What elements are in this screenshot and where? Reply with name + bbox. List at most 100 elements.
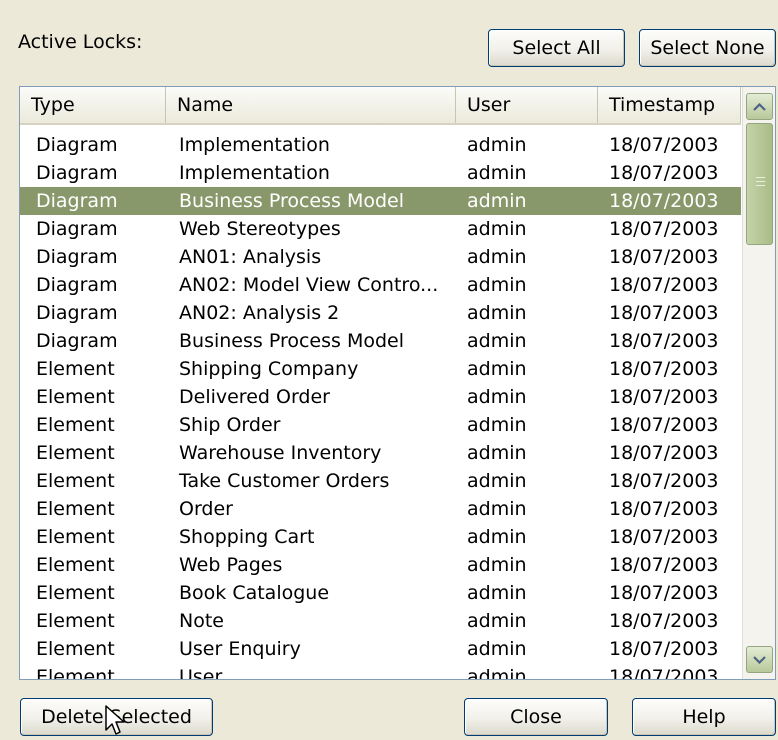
column-header-type[interactable]: Type <box>20 87 166 123</box>
list-header: Type Name User Timestamp <box>20 87 741 125</box>
cell-type: Element <box>36 554 115 576</box>
column-header-name[interactable]: Name <box>166 87 456 123</box>
cell-user: admin <box>467 554 527 576</box>
cell-name: Implementation <box>179 134 330 156</box>
cell-type: Diagram <box>36 274 118 296</box>
cell-name: Shipping Company <box>179 358 359 380</box>
cell-user: admin <box>467 582 527 604</box>
cell-timestamp: 18/07/2003 <box>609 218 719 240</box>
help-button[interactable]: Help <box>632 698 776 736</box>
cell-type: Element <box>36 358 115 380</box>
scroll-up-arrow-icon[interactable] <box>746 93 773 120</box>
scrollbar-thumb[interactable] <box>746 123 773 245</box>
column-header-timestamp[interactable]: Timestamp <box>598 87 741 123</box>
cell-name: AN02: Model View Contro... <box>179 274 439 296</box>
table-row[interactable]: Element User Enquiry admin 18/07/2003 <box>20 635 741 663</box>
cell-timestamp: 18/07/2003 <box>609 358 719 380</box>
column-header-user[interactable]: User <box>456 87 598 123</box>
cell-name: Business Process Model <box>179 330 404 352</box>
cell-name: Ship Order <box>179 414 281 436</box>
table-row[interactable]: Diagram Web Stereotypes admin 18/07/2003 <box>20 215 741 243</box>
cell-type: Element <box>36 638 115 660</box>
cell-user: admin <box>467 470 527 492</box>
cell-timestamp: 18/07/2003 <box>609 610 719 632</box>
table-row[interactable]: Element Order admin 18/07/2003 <box>20 495 741 523</box>
table-row[interactable]: Diagram AN02: Model View Contro... admin 18… <box>20 271 741 299</box>
cell-user: admin <box>467 610 527 632</box>
cell-user: admin <box>467 666 527 680</box>
table-row[interactable]: Element Shipping Company admin 18/07/2003 <box>20 355 741 383</box>
table-row[interactable]: Element User admin 18/07/2003 <box>20 663 741 680</box>
table-row[interactable]: Element Take Customer Orders admin 18/07/20… <box>20 467 741 495</box>
cell-type: Diagram <box>36 302 118 324</box>
table-row[interactable]: Element Book Catalogue admin 18/07/2003 <box>20 579 741 607</box>
cell-timestamp: 18/07/2003 <box>609 554 719 576</box>
cell-user: admin <box>467 218 527 240</box>
table-row[interactable]: Element Warehouse Inventory admin 18/07/200… <box>20 439 741 467</box>
cell-name: Delivered Order <box>179 386 330 408</box>
cell-timestamp: 18/07/2003 <box>609 498 719 520</box>
table-row[interactable]: Element Shopping Cart admin 18/07/2003 <box>20 523 741 551</box>
cell-user: admin <box>467 386 527 408</box>
cell-user: admin <box>467 498 527 520</box>
table-row[interactable]: Element Note admin 18/07/2003 <box>20 607 741 635</box>
cell-name: AN01: Analysis <box>179 246 322 268</box>
table-row[interactable]: Diagram Business Process Model admin 18/07/… <box>20 327 741 355</box>
cell-name: User Enquiry <box>179 638 301 660</box>
table-row[interactable]: Diagram Business Process Model admin 18/07/… <box>20 187 741 215</box>
cell-timestamp: 18/07/2003 <box>609 302 719 324</box>
locks-list[interactable]: Type Name User Timestamp Diagram Implemen… <box>19 86 776 680</box>
table-row[interactable]: Element Ship Order admin 18/07/2003 <box>20 411 741 439</box>
cell-name: AN02: Analysis 2 <box>179 302 340 324</box>
cell-user: admin <box>467 246 527 268</box>
cell-user: admin <box>467 302 527 324</box>
cell-timestamp: 18/07/2003 <box>609 666 719 680</box>
cell-type: Element <box>36 498 115 520</box>
cell-name: Shopping Cart <box>179 526 315 548</box>
cell-type: Diagram <box>36 246 118 268</box>
cell-type: Element <box>36 666 115 680</box>
cell-name: Order <box>179 498 233 520</box>
select-all-button[interactable]: Select All <box>488 29 625 67</box>
cell-timestamp: 18/07/2003 <box>609 442 719 464</box>
vertical-scrollbar[interactable] <box>742 87 775 679</box>
active-locks-label: Active Locks: <box>18 31 143 53</box>
table-row[interactable]: Diagram AN01: Analysis admin 18/07/2003 <box>20 243 741 271</box>
cell-type: Diagram <box>36 330 118 352</box>
cell-name: Implementation <box>179 162 330 184</box>
table-row[interactable]: Diagram AN02: Analysis 2 admin 18/07/2003 <box>20 299 741 327</box>
cell-type: Element <box>36 582 115 604</box>
cell-timestamp: 18/07/2003 <box>609 470 719 492</box>
cell-timestamp: 18/07/2003 <box>609 190 719 212</box>
cell-user: admin <box>467 330 527 352</box>
table-row[interactable]: Element Delivered Order admin 18/07/2003 <box>20 383 741 411</box>
cell-name: Book Catalogue <box>179 582 330 604</box>
cell-type: Element <box>36 526 115 548</box>
cell-type: Element <box>36 610 115 632</box>
cell-timestamp: 18/07/2003 <box>609 274 719 296</box>
cell-timestamp: 18/07/2003 <box>609 414 719 436</box>
cell-type: Diagram <box>36 190 118 212</box>
cell-user: admin <box>467 358 527 380</box>
mouse-pointer-icon <box>105 705 125 735</box>
table-row[interactable]: Diagram Implementation admin 18/07/2003 <box>20 131 741 159</box>
cell-timestamp: 18/07/2003 <box>609 162 719 184</box>
cell-user: admin <box>467 134 527 156</box>
cell-user: admin <box>467 162 527 184</box>
cell-name: Warehouse Inventory <box>179 442 382 464</box>
cell-name: Take Customer Orders <box>179 470 390 492</box>
cell-timestamp: 18/07/2003 <box>609 330 719 352</box>
cell-type: Element <box>36 386 115 408</box>
cell-timestamp: 18/07/2003 <box>609 246 719 268</box>
close-button[interactable]: Close <box>464 698 608 736</box>
select-none-button[interactable]: Select None <box>639 29 776 67</box>
scroll-down-arrow-icon[interactable] <box>746 646 773 673</box>
cell-type: Element <box>36 470 115 492</box>
cell-user: admin <box>467 190 527 212</box>
cell-type: Diagram <box>36 218 118 240</box>
cell-user: admin <box>467 638 527 660</box>
cell-name: User <box>179 666 223 680</box>
cell-timestamp: 18/07/2003 <box>609 526 719 548</box>
table-row[interactable]: Element Web Pages admin 18/07/2003 <box>20 551 741 579</box>
table-row[interactable]: Diagram Implementation admin 18/07/2003 <box>20 159 741 187</box>
